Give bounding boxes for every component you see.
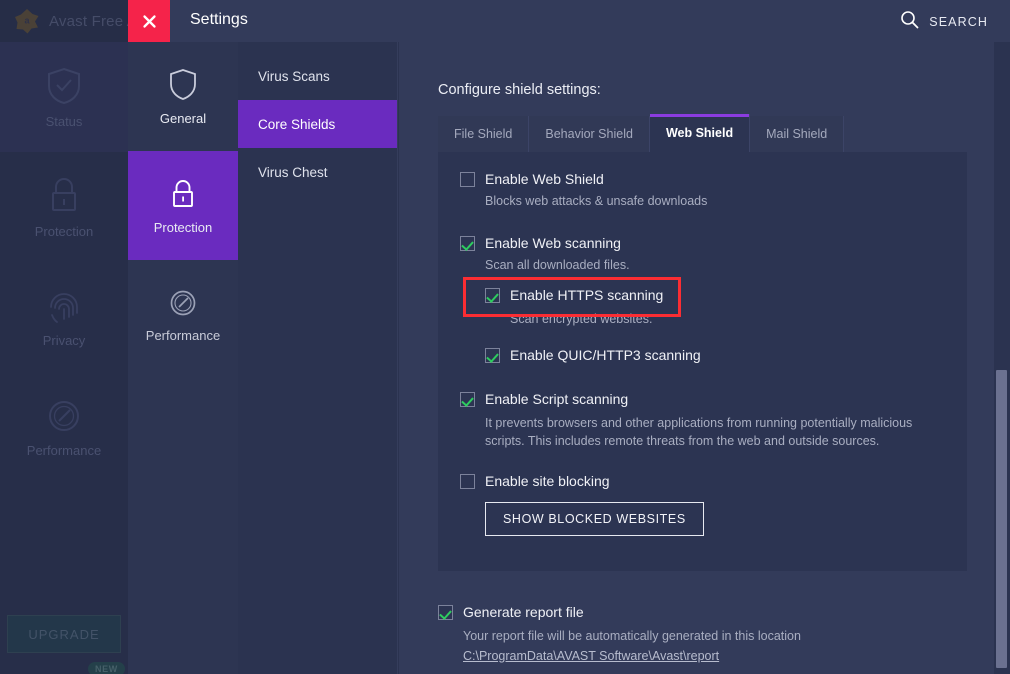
quic-scanning-label: Enable QUIC/HTTP3 scanning bbox=[510, 346, 701, 364]
avast-settings-screen: a Avast Free A Status bbox=[0, 0, 1010, 674]
sidebar-item-privacy[interactable]: Privacy bbox=[0, 262, 128, 372]
script-scanning-description-line2: scripts. This includes remote threats fr… bbox=[485, 432, 945, 450]
content-scrollbar-thumb[interactable] bbox=[996, 370, 1007, 668]
setting-https-scanning: Enable HTTPS scanning Scan encrypted web… bbox=[485, 282, 945, 328]
tab-web-shield[interactable]: Web Shield bbox=[650, 114, 750, 152]
script-scanning-checkbox[interactable] bbox=[460, 392, 475, 407]
https-scanning-description: Scan encrypted websites. bbox=[510, 310, 945, 328]
sidebar-item-label: Performance bbox=[27, 443, 101, 458]
tab-file-shield[interactable]: File Shield bbox=[438, 116, 529, 152]
settings-modal: Settings SEARCH General bbox=[128, 0, 1010, 674]
setting-script-scanning: Enable Script scanning It prevents brows… bbox=[460, 390, 945, 450]
sidebar-item-performance[interactable]: Performance bbox=[0, 372, 128, 482]
web-scanning-label: Enable Web scanning bbox=[485, 234, 621, 252]
settings-category-performance[interactable]: Performance bbox=[128, 260, 238, 369]
subnav-item-virus-chest[interactable]: Virus Chest bbox=[238, 148, 397, 196]
web-scanning-description: Scan all downloaded files. bbox=[485, 256, 945, 274]
settings-category-label: General bbox=[160, 111, 206, 126]
subnav-item-virus-scans[interactable]: Virus Scans bbox=[238, 52, 397, 100]
tab-behavior-shield[interactable]: Behavior Shield bbox=[529, 116, 650, 152]
content-heading: Configure shield settings: bbox=[438, 82, 601, 98]
script-scanning-description-line1: It prevents browsers and other applicati… bbox=[485, 414, 945, 432]
subnav-item-label: Core Shields bbox=[258, 117, 335, 132]
sidebar-item-label: Privacy bbox=[43, 333, 86, 348]
generate-report-checkbox[interactable] bbox=[438, 605, 453, 620]
show-blocked-websites-button[interactable]: SHOW BLOCKED WEBSITES bbox=[485, 502, 704, 536]
https-scanning-label: Enable HTTPS scanning bbox=[510, 286, 663, 304]
setting-generate-report: Generate report file Your report file wi… bbox=[438, 603, 967, 665]
settings-category-general[interactable]: General bbox=[128, 42, 238, 151]
settings-content-pane: Configure shield settings: File Shield B… bbox=[399, 42, 1010, 674]
setting-web-shield: Enable Web Shield Blocks web attacks & u… bbox=[460, 170, 945, 210]
fingerprint-icon bbox=[46, 287, 82, 325]
shield-icon bbox=[168, 68, 198, 102]
settings-subnav-column: Virus Scans Core Shields Virus Chest bbox=[238, 42, 398, 674]
sidebar-item-status[interactable]: Status bbox=[0, 42, 128, 152]
site-blocking-checkbox[interactable] bbox=[460, 474, 475, 489]
lock-icon bbox=[168, 177, 198, 211]
setting-site-blocking: Enable site blocking SHOW BLOCKED WEBSIT… bbox=[460, 472, 945, 536]
setting-web-scanning: Enable Web scanning Scan all downloaded … bbox=[460, 234, 945, 274]
search-label: SEARCH bbox=[929, 15, 988, 29]
web-shield-label: Enable Web Shield bbox=[485, 170, 604, 188]
close-icon bbox=[142, 14, 157, 29]
https-scanning-checkbox[interactable] bbox=[485, 288, 500, 303]
lock-icon bbox=[46, 176, 82, 216]
script-scanning-label: Enable Script scanning bbox=[485, 390, 628, 408]
speedometer-icon bbox=[168, 287, 198, 319]
settings-category-protection[interactable]: Protection bbox=[128, 151, 238, 260]
site-blocking-label: Enable site blocking bbox=[485, 472, 610, 490]
sidebar-item-label: Status bbox=[46, 114, 83, 129]
avast-logo-icon: a bbox=[14, 8, 40, 34]
tab-label: Behavior Shield bbox=[545, 127, 633, 141]
subnav-item-core-shields[interactable]: Core Shields bbox=[238, 100, 397, 148]
generate-report-label: Generate report file bbox=[463, 603, 584, 621]
subnav-item-label: Virus Scans bbox=[258, 69, 330, 84]
quic-scanning-checkbox[interactable] bbox=[485, 348, 500, 363]
web-shield-checkbox[interactable] bbox=[460, 172, 475, 187]
settings-category-label: Protection bbox=[154, 220, 213, 235]
web-shield-description: Blocks web attacks & unsafe downloads bbox=[485, 192, 945, 210]
settings-category-label: Performance bbox=[146, 328, 220, 343]
upgrade-button[interactable]: UPGRADE bbox=[7, 615, 121, 653]
tab-label: Web Shield bbox=[666, 126, 733, 140]
settings-category-column: General Protection bbox=[128, 42, 238, 674]
tab-label: File Shield bbox=[454, 127, 512, 141]
settings-header: Settings SEARCH bbox=[128, 0, 1010, 42]
web-scanning-checkbox[interactable] bbox=[460, 236, 475, 251]
sidebar-item-label: Protection bbox=[35, 224, 94, 239]
setting-quic-scanning: Enable QUIC/HTTP3 scanning bbox=[485, 346, 945, 364]
main-window-title: Avast Free A bbox=[49, 13, 137, 30]
subnav-item-label: Virus Chest bbox=[258, 165, 328, 180]
generate-report-description: Your report file will be automatically g… bbox=[463, 627, 967, 645]
search-button[interactable]: SEARCH bbox=[900, 10, 988, 34]
tab-mail-shield[interactable]: Mail Shield bbox=[750, 116, 844, 152]
settings-title: Settings bbox=[190, 11, 248, 29]
speedometer-icon bbox=[46, 397, 82, 435]
report-path-link[interactable]: C:\ProgramData\AVAST Software\Avast\repo… bbox=[463, 649, 719, 663]
close-button[interactable] bbox=[128, 0, 170, 42]
search-icon bbox=[900, 10, 919, 34]
sidebar-item-protection[interactable]: Protection bbox=[0, 152, 128, 262]
shield-check-icon bbox=[45, 66, 83, 106]
web-shield-settings-panel: Enable Web Shield Blocks web attacks & u… bbox=[438, 152, 967, 571]
tab-label: Mail Shield bbox=[766, 127, 827, 141]
main-window-sidebar: Status Protection bbox=[0, 42, 128, 674]
app-logo-area: a Avast Free A bbox=[14, 8, 137, 34]
shield-tabs: File Shield Behavior Shield Web Shield M… bbox=[438, 114, 844, 152]
